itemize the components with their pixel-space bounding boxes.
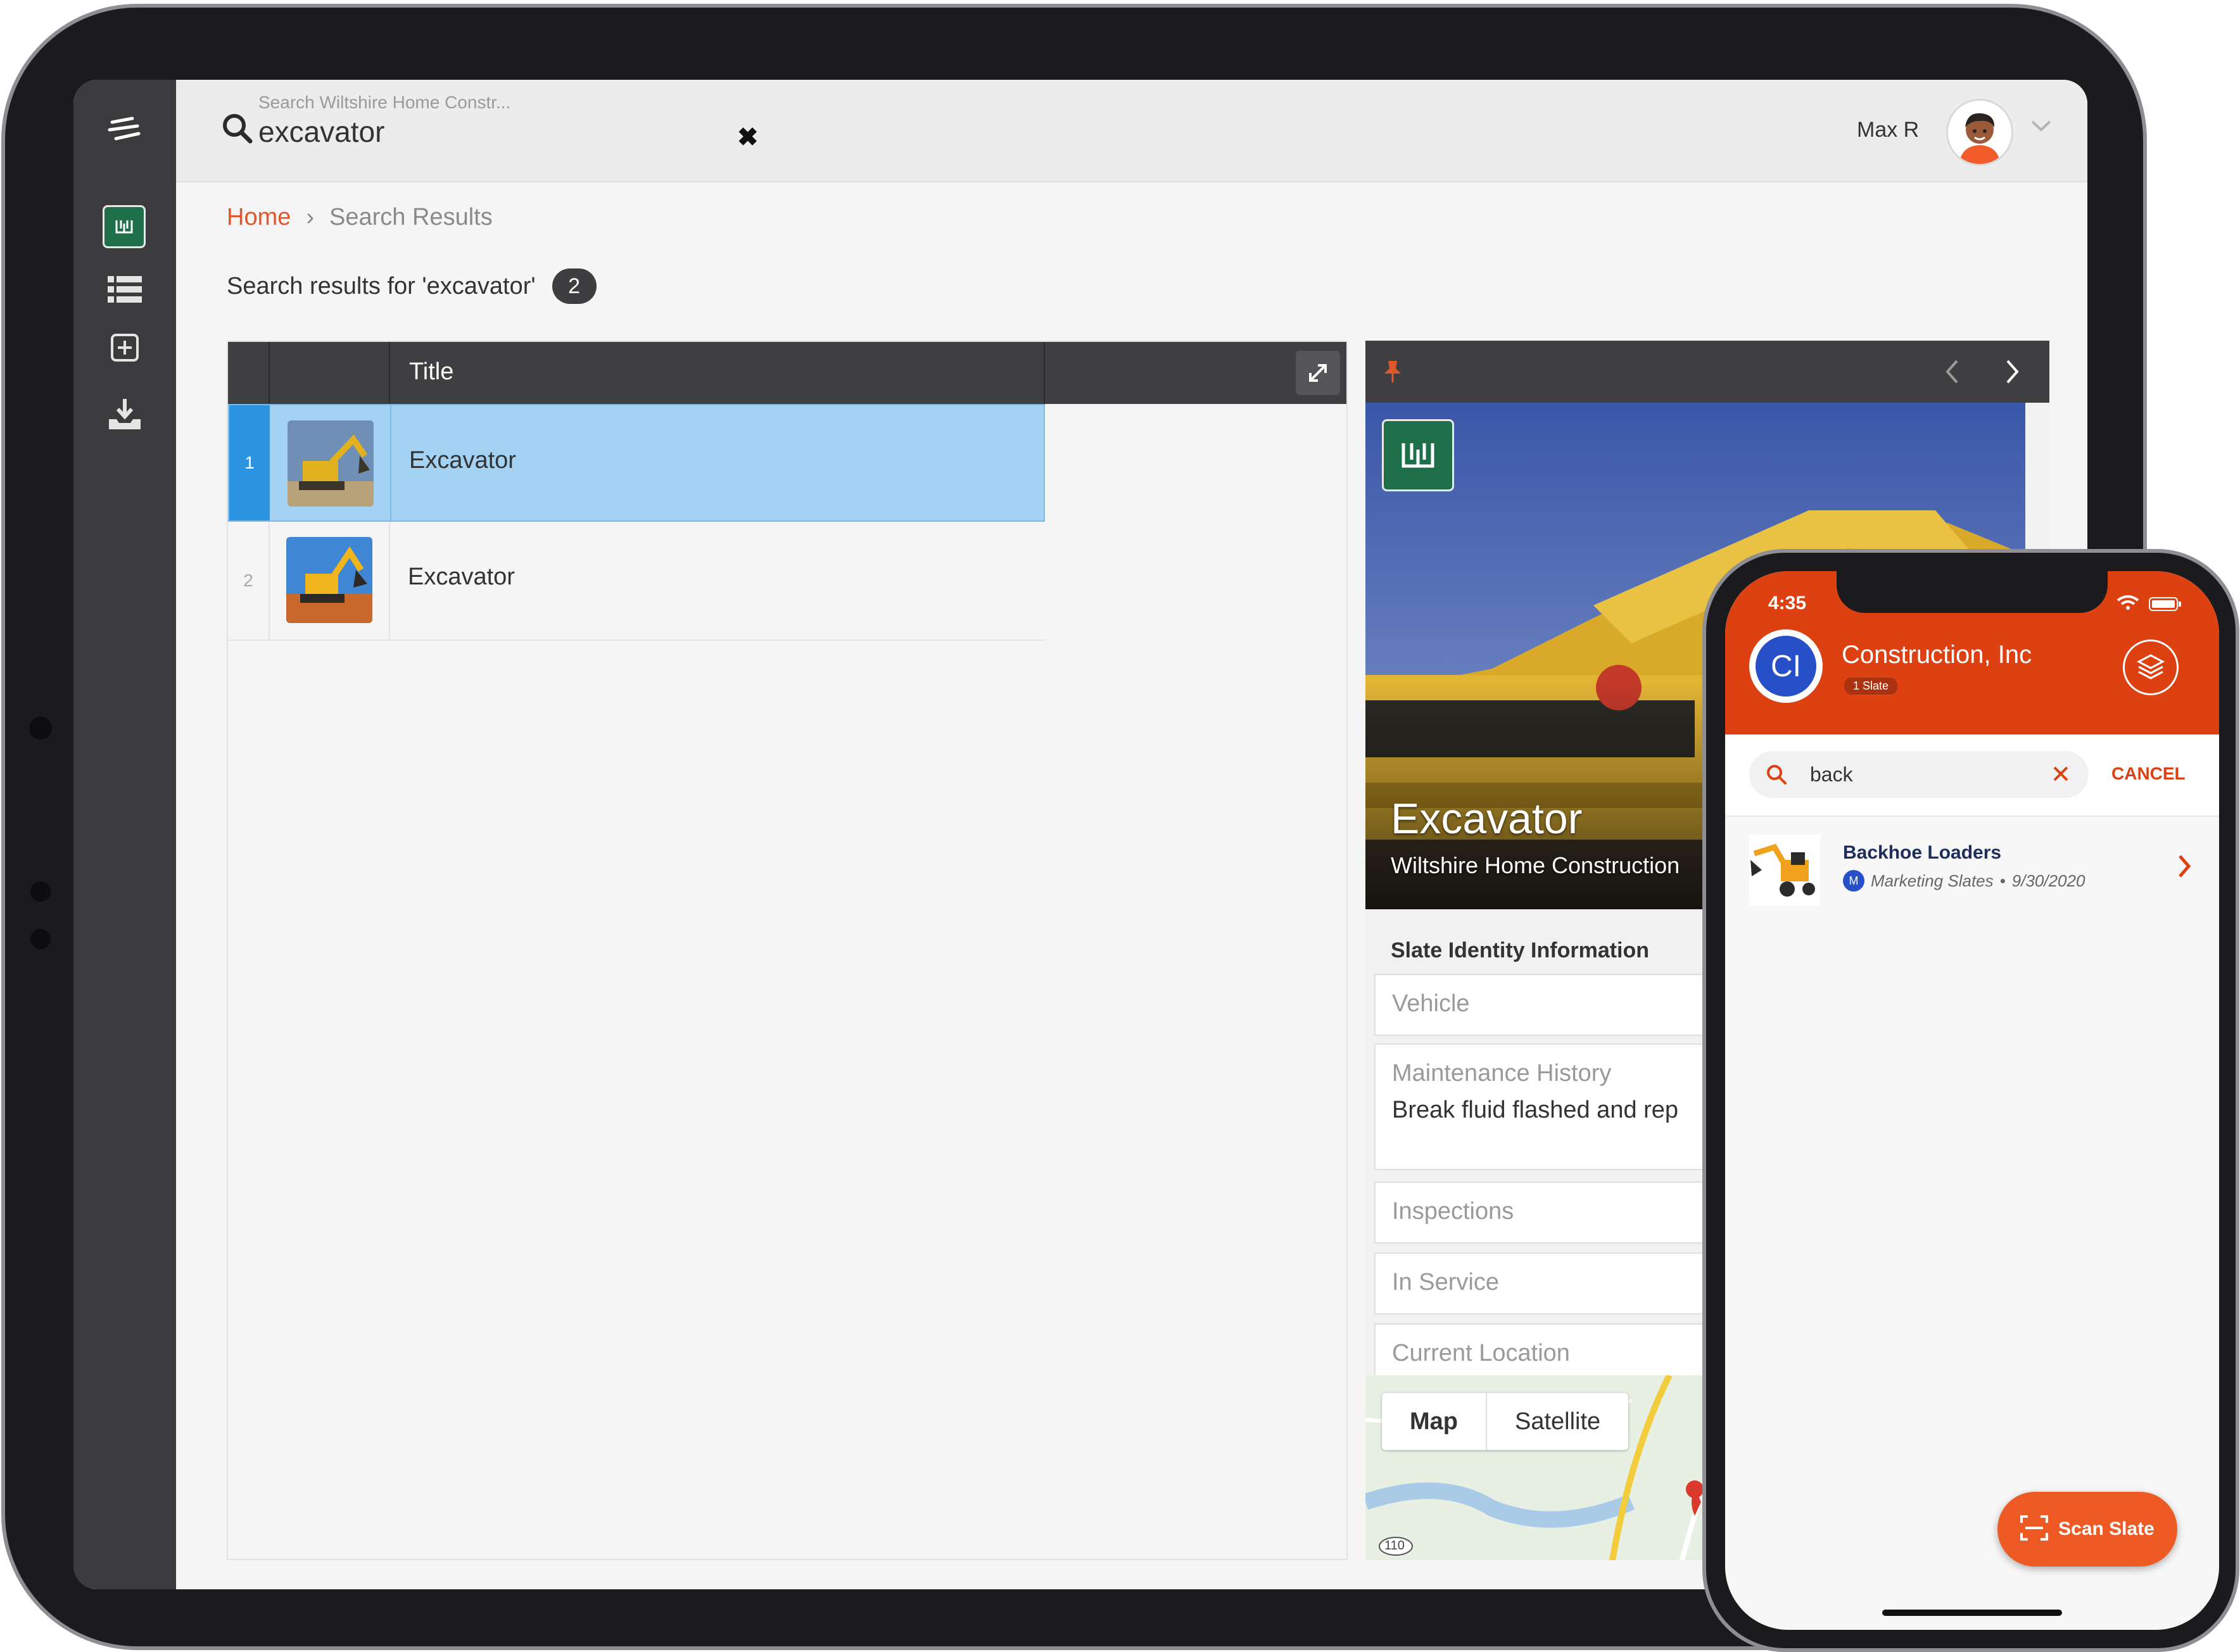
phone-search-input[interactable] [1810, 760, 2051, 789]
breadcrumb-current: Search Results [329, 204, 493, 230]
field-label: Vehicle [1392, 990, 1470, 1017]
result-title: Backhoe Loaders [1843, 842, 2002, 863]
results-grid: Title 1 Excavator 2 Excavator [227, 341, 1348, 1560]
grid-header: Title [228, 342, 1346, 404]
avatar[interactable] [1946, 99, 2013, 166]
result-thumbnail [1749, 835, 1820, 905]
field-value: Break fluid flashed and rep [1392, 1097, 1679, 1123]
field-label: Maintenance History [1392, 1060, 1612, 1087]
cancel-button[interactable]: CANCEL [2111, 764, 2186, 784]
column-header-title[interactable]: Title [409, 358, 453, 386]
result-collection: Marketing Slates [1871, 871, 1994, 890]
row-thumbnail [286, 537, 372, 623]
result-date: 9/30/2020 [2011, 871, 2085, 890]
tablet-camera [29, 717, 52, 740]
results-count-badge: 2 [552, 268, 597, 304]
breadcrumb-separator: › [306, 204, 315, 230]
chevron-right-icon[interactable] [2176, 854, 2193, 882]
search-input[interactable] [258, 113, 651, 151]
side-navigation [73, 80, 176, 1589]
field-label: Inspections [1392, 1198, 1514, 1225]
phone-header: 4:35 CI Construction, Inc 1 Slate [1725, 571, 2219, 735]
scan-slate-label: Scan Slate [2058, 1518, 2155, 1539]
status-time: 4:35 [1768, 593, 1807, 614]
org-name: Construction, Inc [1842, 641, 2032, 669]
row-title: Excavator [409, 447, 516, 474]
phone-search-bar: CANCEL [1725, 735, 2219, 817]
clear-search-icon[interactable]: ✖ [737, 123, 759, 152]
field-label: Current Location [1392, 1340, 1570, 1366]
slate-count-badge: 1 Slate [1844, 678, 1898, 695]
map-tab-map[interactable]: Map [1382, 1393, 1487, 1450]
phone-screen: 4:35 CI Construction, Inc 1 Slate back C… [1725, 571, 2219, 1630]
list-view-icon[interactable] [103, 267, 147, 312]
tablet-sensor [30, 929, 51, 949]
row-title: Excavator [408, 564, 515, 590]
workspace-logo-icon[interactable] [103, 205, 146, 248]
app-logo-icon[interactable] [103, 108, 147, 152]
breadcrumb: Home › Search Results [227, 204, 493, 231]
wifi-battery-icon [2115, 594, 2185, 616]
list-item[interactable]: Backhoe Loaders M Marketing Slates • 9/3… [1725, 822, 2219, 907]
detail-title: Excavator [1391, 795, 1583, 843]
download-icon[interactable] [103, 393, 147, 437]
pin-icon[interactable] [1383, 360, 1402, 387]
chevron-left-icon[interactable] [1944, 358, 1961, 388]
chevron-down-icon[interactable] [2030, 119, 2052, 136]
table-row[interactable]: 1 Excavator [228, 404, 1045, 522]
result-meta: M Marketing Slates • 9/30/2020 [1843, 870, 2085, 892]
detail-subtitle: Wiltshire Home Construction [1391, 852, 1680, 878]
phone-search-field[interactable] [1749, 751, 2089, 798]
user-name[interactable]: Max R [1857, 118, 1919, 142]
clear-search-icon[interactable] [2051, 764, 2071, 787]
search-icon [1766, 764, 1787, 788]
field-label: In Service [1392, 1269, 1499, 1296]
workspace-logo-icon [1382, 419, 1454, 491]
map-route-label: 110 [1384, 1539, 1405, 1553]
top-bar: Search Wiltshire Home Constr... ✖ Max R [176, 80, 2087, 182]
map-type-toggle: Map Satellite [1382, 1393, 1629, 1450]
home-indicator [1882, 1610, 2062, 1616]
map-tab-satellite[interactable]: Satellite [1487, 1393, 1628, 1450]
result-separator: • [1999, 871, 2006, 890]
tablet-sensor [30, 881, 51, 902]
detail-header [1365, 341, 2049, 403]
search-icon [222, 113, 253, 148]
results-heading-text: Search results for 'excavator' [227, 272, 536, 300]
row-number: 2 [243, 571, 253, 590]
add-icon[interactable] [103, 325, 147, 370]
org-initials: CI [1756, 636, 1816, 697]
breadcrumb-home-link[interactable]: Home [227, 204, 291, 231]
org-avatar[interactable]: CI [1749, 629, 1823, 703]
collection-badge: M [1843, 870, 1864, 892]
table-row[interactable]: 2 Excavator [228, 522, 1045, 641]
results-heading: Search results for 'excavator' 2 [227, 268, 597, 304]
scan-slate-button[interactable]: Scan Slate [1997, 1492, 2177, 1567]
phone-notch [1837, 571, 2108, 613]
layers-icon[interactable] [2123, 640, 2179, 695]
search-placeholder: Search Wiltshire Home Constr... [258, 92, 511, 112]
section-title: Slate Identity Information [1391, 938, 1650, 962]
expand-icon[interactable] [1296, 351, 1340, 395]
scan-icon [2020, 1515, 2049, 1544]
row-number: 1 [229, 405, 270, 520]
chevron-right-icon[interactable] [2004, 358, 2020, 388]
row-thumbnail [288, 420, 374, 507]
